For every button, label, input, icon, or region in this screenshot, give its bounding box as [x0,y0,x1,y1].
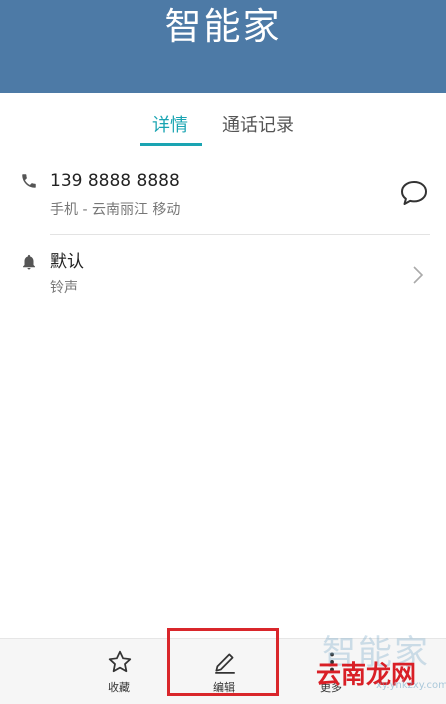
active-tab-indicator [140,143,202,146]
more-label: 更多 [320,681,342,694]
phone-location-carrier: 手机 - 云南丽江 移动 [50,202,181,218]
ringtone-value: 默认 [50,252,84,272]
bell-icon [23,254,35,270]
phone-number: 139 8888 8888 [50,171,180,191]
star-icon [108,650,132,673]
chevron-right-icon [413,266,424,284]
more-vertical-icon [330,652,334,672]
favorite-label: 收藏 [108,681,130,694]
app-header: 智能家 [0,0,446,93]
favorite-button[interactable]: 收藏 [74,639,164,704]
tab-call-history[interactable]: 通话记录 [222,113,294,139]
ringtone-label: 铃声 [50,280,78,296]
more-button[interactable]: 更多 [286,639,376,704]
bottom-action-bar: 收藏 编辑 更多 [0,638,446,704]
phone-icon [22,174,36,188]
tab-bar: 详情 通话记录 [0,93,446,153]
edit-label: 编辑 [213,681,235,694]
row-divider [50,234,430,235]
phone-row[interactable]: 139 8888 8888 手机 - 云南丽江 移动 [0,160,446,235]
ringtone-row[interactable]: 默认 铃声 [0,240,446,306]
tab-details[interactable]: 详情 [152,113,188,139]
message-bubble-icon[interactable] [399,179,429,207]
edit-button[interactable]: 编辑 [179,639,269,704]
pencil-icon [215,653,235,674]
contact-name-title: 智能家 [164,5,282,48]
